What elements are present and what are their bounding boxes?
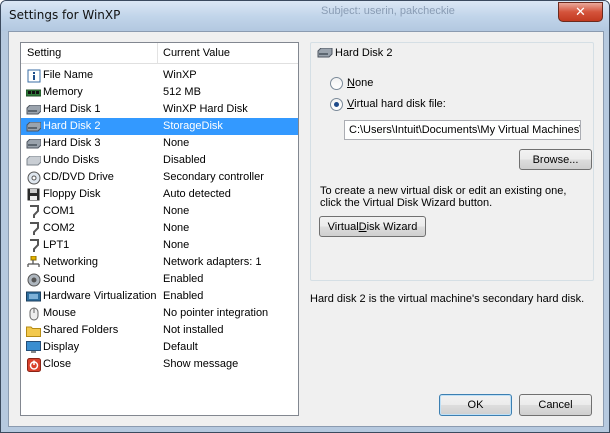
setting-name: Display xyxy=(43,341,80,353)
lpt-port-icon xyxy=(26,238,41,253)
sound-icon xyxy=(26,272,41,287)
settings-row[interactable]: Display Default xyxy=(21,339,298,356)
setting-value: 512 MB xyxy=(163,86,201,98)
list-header: Setting Current Value xyxy=(21,43,298,64)
vhd-path-input[interactable]: C:\Users\Intuit\Documents\My Virtual Mac… xyxy=(344,120,581,140)
hard-disk-group: Hard Disk 2 None Virtual hard disk file:… xyxy=(310,42,594,281)
setting-value: None xyxy=(163,222,190,234)
setting-name: COM2 xyxy=(43,222,75,234)
setting-name: Mouse xyxy=(43,307,77,319)
setting-value: Network adapters: 1 xyxy=(163,256,262,268)
setting-name: Close xyxy=(43,358,72,370)
cd-dvd-icon xyxy=(26,170,41,185)
setting-value: Enabled xyxy=(163,290,204,302)
setting-value: StorageDisk xyxy=(163,120,223,132)
close-setting-icon xyxy=(26,357,41,372)
setting-name: File Name xyxy=(43,69,94,81)
settings-row[interactable]: Sound Enabled xyxy=(21,271,298,288)
memory-icon xyxy=(26,85,41,100)
browse-button[interactable]: Browse... xyxy=(519,149,592,170)
setting-name: Hard Disk 3 xyxy=(43,137,101,149)
setting-name: Shared Folders xyxy=(43,324,119,336)
radio-none[interactable] xyxy=(330,77,343,90)
settings-row[interactable]: Hard Disk 1 WinXP Hard Disk xyxy=(21,101,298,118)
settings-row[interactable]: Hardware Virtualization Enabled xyxy=(21,288,298,305)
setting-name: Hardware Virtualization xyxy=(43,290,157,302)
hard-disk-icon xyxy=(26,119,41,134)
settings-row[interactable]: COM1 None xyxy=(21,203,298,220)
setting-name: Hard Disk 1 xyxy=(43,103,101,115)
floppy-icon xyxy=(26,187,41,202)
settings-rows: File Name WinXP Memory 512 MB Hard Disk 1 Win… xyxy=(21,67,298,373)
setting-name: COM1 xyxy=(43,205,75,217)
setting-value: Secondary controller xyxy=(163,171,264,183)
setting-value: Disabled xyxy=(163,154,206,166)
column-header-setting[interactable]: Setting xyxy=(27,47,61,59)
settings-row[interactable]: Floppy Disk Auto detected xyxy=(21,186,298,203)
close-window-button[interactable]: ✕ xyxy=(558,2,603,22)
folder-icon xyxy=(26,323,41,338)
background-window-text: Subject: userin, pakcheckie xyxy=(321,5,455,17)
file-name-icon xyxy=(26,68,41,83)
com-port-icon xyxy=(26,221,41,236)
setting-name: Hard Disk 2 xyxy=(43,120,101,132)
setting-value: Show message xyxy=(163,358,239,370)
cancel-button[interactable]: Cancel xyxy=(519,394,592,416)
setting-value: Auto detected xyxy=(163,188,231,200)
settings-row[interactable]: Hard Disk 3 None xyxy=(21,135,298,152)
network-icon xyxy=(26,255,41,270)
mouse-icon xyxy=(26,306,41,321)
setting-name: Memory xyxy=(43,86,83,98)
setting-value: None xyxy=(163,205,190,217)
settings-list[interactable]: Setting Current Value File Name WinXP Memo… xyxy=(20,42,299,416)
settings-row[interactable]: Close Show message xyxy=(21,356,298,373)
title-bar[interactable]: Settings for WinXP Subject: userin, pakc… xyxy=(1,1,609,31)
setting-value: None xyxy=(163,137,190,149)
setting-value: Enabled xyxy=(163,273,204,285)
window-title: Settings for WinXP xyxy=(9,8,121,22)
setting-name: Sound xyxy=(43,273,75,285)
close-icon: ✕ xyxy=(575,4,586,19)
display-icon xyxy=(26,340,41,355)
setting-name: CD/DVD Drive xyxy=(43,171,114,183)
wizard-description: To create a new virtual disk or edit an … xyxy=(320,185,567,209)
undo-disks-icon xyxy=(26,153,41,168)
setting-name: Floppy Disk xyxy=(43,188,101,200)
info-text: Hard disk 2 is the virtual machine's sec… xyxy=(310,293,585,305)
settings-row[interactable]: Networking Network adapters: 1 xyxy=(21,254,298,271)
hard-disk-icon xyxy=(26,136,41,151)
settings-row[interactable]: File Name WinXP xyxy=(21,67,298,84)
settings-row[interactable]: Mouse No pointer integration xyxy=(21,305,298,322)
setting-value: WinXP Hard Disk xyxy=(163,103,248,115)
panel-title: Hard Disk 2 xyxy=(335,47,393,59)
settings-row[interactable]: Hard Disk 2 StorageDisk xyxy=(21,118,298,135)
settings-row[interactable]: LPT1 None xyxy=(21,237,298,254)
hard-disk-icon xyxy=(26,102,41,117)
radio-virtual-hard-disk[interactable] xyxy=(330,98,343,111)
setting-name: Networking xyxy=(43,256,99,268)
hardware-virtualization-icon xyxy=(26,289,41,304)
setting-value: Not installed xyxy=(163,324,224,336)
hard-disk-icon xyxy=(317,47,333,61)
virtual-disk-wizard-button[interactable]: Virtual Disk Wizard xyxy=(319,216,426,237)
setting-value: No pointer integration xyxy=(163,307,269,319)
setting-value: None xyxy=(163,239,190,251)
setting-value: WinXP xyxy=(163,69,197,81)
settings-window: Settings for WinXP Subject: userin, pakc… xyxy=(0,0,610,433)
column-separator[interactable] xyxy=(157,43,158,63)
settings-row[interactable]: Memory 512 MB xyxy=(21,84,298,101)
column-header-value[interactable]: Current Value xyxy=(163,47,230,59)
settings-row[interactable]: Shared Folders Not installed xyxy=(21,322,298,339)
ok-button[interactable]: OK xyxy=(439,394,512,416)
com-port-icon xyxy=(26,204,41,219)
radio-virtual-hard-disk-label[interactable]: Virtual hard disk file: xyxy=(347,98,446,110)
settings-row[interactable]: Undo Disks Disabled xyxy=(21,152,298,169)
settings-row[interactable]: COM2 None xyxy=(21,220,298,237)
settings-row[interactable]: CD/DVD Drive Secondary controller xyxy=(21,169,298,186)
dialog-client-area: Setting Current Value File Name WinXP Memo… xyxy=(8,31,604,427)
setting-name: LPT1 xyxy=(43,239,70,251)
setting-name: Undo Disks xyxy=(43,154,100,166)
radio-none-label[interactable]: None xyxy=(347,77,373,89)
setting-value: Default xyxy=(163,341,198,353)
